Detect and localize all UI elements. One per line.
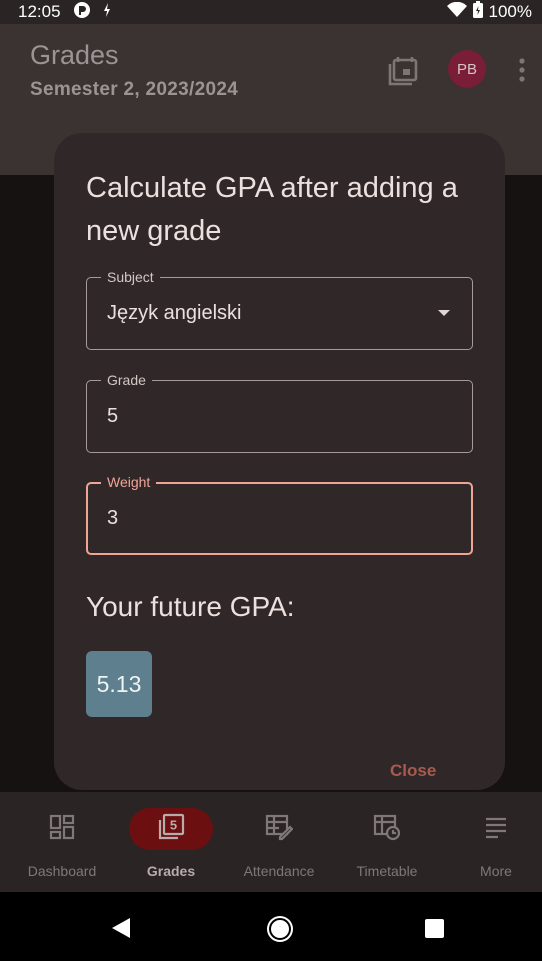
grade-field[interactable]: Grade 5: [86, 371, 473, 453]
subject-dropdown[interactable]: Subject Język angielski: [86, 268, 473, 350]
back-icon[interactable]: [112, 918, 130, 938]
dropdown-arrow-icon[interactable]: [438, 310, 450, 316]
calendar-icon[interactable]: [386, 52, 420, 86]
more-icon: [483, 814, 509, 845]
avatar[interactable]: PB: [448, 50, 486, 88]
nav-label-grades: Grades: [146, 863, 196, 879]
dialog-title: Calculate GPA after adding a new grade: [86, 172, 458, 247]
nav-label-dashboard: Dashboard: [27, 863, 97, 879]
dashboard-icon: [49, 814, 75, 845]
grades-icon-digit: 5: [170, 817, 177, 832]
status-time: 12:05: [18, 2, 61, 21]
page-title: Grades: [30, 40, 119, 70]
nav-pill: [20, 808, 104, 850]
nav-item-more[interactable]: More: [442, 792, 542, 892]
battery-percent: 100%: [488, 2, 532, 21]
bottom-navigation: Dashboard 5 Grades Attendance Timetable …: [0, 792, 542, 892]
nav-label-more: More: [480, 863, 512, 879]
subject-label: Subject: [101, 268, 160, 286]
grade-label: Grade: [101, 371, 152, 389]
nav-label-timetable: Timetable: [356, 863, 418, 879]
nav-pill: [237, 808, 321, 850]
weight-value: 3: [107, 507, 119, 529]
grade-value: 5: [107, 405, 119, 427]
future-gpa-label: Your future GPA:: [86, 591, 295, 622]
gpa-calculator-dialog: Calculate GPA after adding a new grade S…: [54, 133, 505, 790]
nav-label-attendance: Attendance: [243, 863, 315, 879]
home-icon[interactable]: [269, 918, 291, 940]
battery-icon: [472, 1, 483, 23]
timetable-icon: [373, 813, 401, 846]
close-button[interactable]: Close: [390, 761, 436, 781]
wifi-icon: [446, 1, 467, 23]
nav-pill-active: 5: [129, 808, 213, 850]
semester-subtitle[interactable]: Semester 2, 2023/2024: [30, 79, 238, 101]
attendance-icon: [265, 813, 294, 846]
system-navigation-bar: [0, 892, 542, 961]
weight-label: Weight: [101, 473, 157, 491]
status-bar: 12:05 100%: [0, 0, 542, 24]
notification-icon: [73, 1, 91, 24]
nav-pill: [454, 808, 538, 850]
nav-item-timetable[interactable]: Timetable: [333, 792, 441, 892]
recents-icon[interactable]: [425, 919, 444, 938]
nav-item-grades[interactable]: 5 Grades: [117, 792, 225, 892]
nav-item-dashboard[interactable]: Dashboard: [8, 792, 116, 892]
overflow-menu-icon[interactable]: [510, 56, 534, 84]
weight-field[interactable]: Weight 3: [86, 473, 473, 555]
subject-value: Język angielski: [107, 302, 242, 324]
nav-item-attendance[interactable]: Attendance: [225, 792, 333, 892]
future-gpa-value: 5.13: [86, 651, 152, 717]
nav-pill: [345, 808, 429, 850]
grades-icon: 5: [157, 813, 185, 846]
sync-icon: [101, 2, 113, 23]
